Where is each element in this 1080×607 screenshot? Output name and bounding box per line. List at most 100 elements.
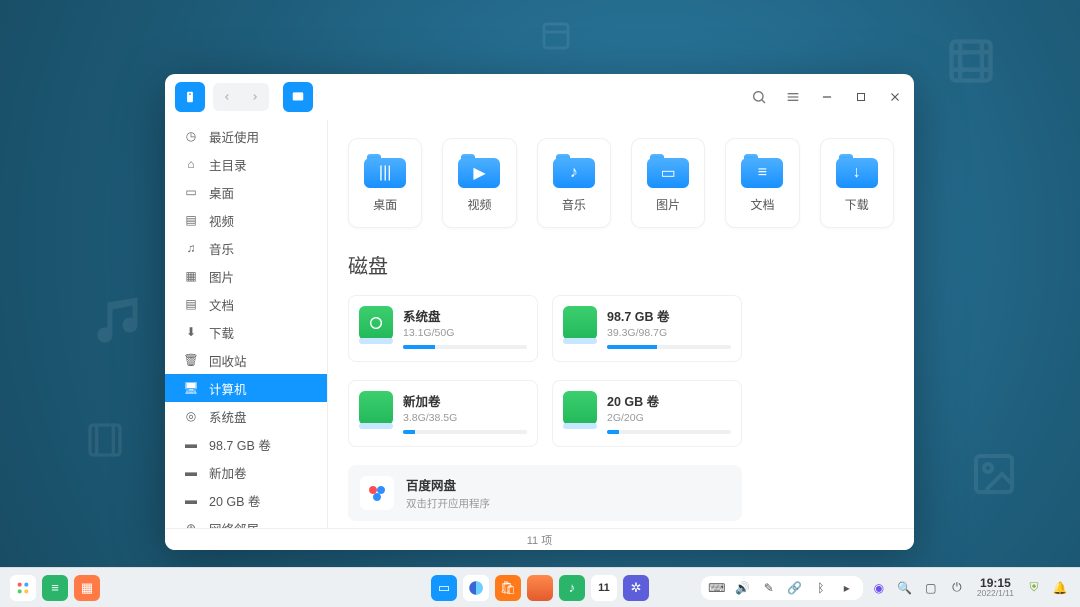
taskbar-music-icon[interactable]: ♪ bbox=[559, 575, 585, 601]
clock[interactable]: 19:15 2022/1/11 bbox=[977, 577, 1014, 598]
tray-expand-icon[interactable]: ▸ bbox=[837, 578, 857, 598]
brush-icon[interactable]: ✎ bbox=[759, 578, 779, 598]
status-text: 11 项 bbox=[527, 532, 552, 548]
quick-folder-downloads[interactable]: ↓下载 bbox=[820, 138, 894, 228]
taskbar-filemanager-icon[interactable]: ▭ bbox=[431, 575, 457, 601]
app-subtitle: 双击打开应用程序 bbox=[406, 496, 490, 511]
disk-icon: ◎ bbox=[183, 409, 199, 423]
disk-usage-bar bbox=[607, 430, 731, 434]
app-icon[interactable] bbox=[175, 82, 205, 112]
launcher-icon[interactable] bbox=[10, 575, 36, 601]
disk-icon: ▬ bbox=[183, 465, 199, 479]
folder-icon: ||| bbox=[364, 154, 406, 188]
maximize-button[interactable] bbox=[852, 88, 870, 106]
notification-icon[interactable]: 🔔 bbox=[1050, 578, 1070, 598]
baidu-netdisk-icon bbox=[360, 476, 394, 510]
video-icon: ▤ bbox=[183, 213, 199, 227]
disk-usage-text: 39.3G/98.7G bbox=[607, 327, 731, 339]
quick-label: 文档 bbox=[750, 196, 774, 213]
sidebar-item-system-disk[interactable]: ◎系统盘 bbox=[165, 402, 327, 430]
taskbar-calendar-icon[interactable]: 11 bbox=[591, 575, 617, 601]
taskbar-browser-icon[interactable] bbox=[463, 575, 489, 601]
quick-label: 桌面 bbox=[373, 196, 397, 213]
quick-folder-documents[interactable]: ≡ 文档 bbox=[725, 138, 799, 228]
disk-20gb[interactable]: 20 GB 卷 2G/20G bbox=[552, 380, 742, 447]
tray-pill: ⌨ 🔊 ✎ 🔗 ᛒ ▸ bbox=[701, 576, 863, 600]
sidebar-item-label: 回收站 bbox=[209, 351, 247, 370]
sidebar-item-pictures[interactable]: ▦图片 bbox=[165, 262, 327, 290]
sidebar-item-downloads[interactable]: ⬇下载 bbox=[165, 318, 327, 346]
sidebar-item-recent[interactable]: ◷最近使用 bbox=[165, 122, 327, 150]
desktop-icon: ▭ bbox=[183, 185, 199, 199]
disk-new[interactable]: 新加卷 3.8G/38.5G bbox=[348, 380, 538, 447]
bg-deco-image-icon bbox=[970, 450, 1018, 498]
disk-usage-bar bbox=[403, 345, 527, 349]
folder-icon: ♪ bbox=[553, 154, 595, 188]
sidebar-item-label: 视频 bbox=[209, 211, 234, 230]
sidebar-item-trash[interactable]: 🗑回收站 bbox=[165, 346, 327, 374]
sidebar-item-computer[interactable]: 🖥计算机 bbox=[165, 374, 327, 402]
app-title: 百度网盘 bbox=[406, 475, 490, 494]
quick-folder-desktop[interactable]: ||| 桌面 bbox=[348, 138, 422, 228]
tray-app-icon-1[interactable]: ◉ bbox=[869, 578, 889, 598]
workspace-icon[interactable]: ▢ bbox=[921, 578, 941, 598]
music-icon: ♫ bbox=[183, 241, 199, 255]
volume-icon[interactable]: 🔊 bbox=[733, 578, 753, 598]
clock-date: 2022/1/11 bbox=[977, 589, 1014, 598]
disk-usage-bar bbox=[607, 345, 731, 349]
shield-icon[interactable]: ⛨ bbox=[1024, 578, 1044, 598]
sidebar-item-home[interactable]: ⌂ 主目录 bbox=[165, 150, 327, 178]
taskbar-settings-icon[interactable]: ✲ bbox=[623, 575, 649, 601]
power-icon[interactable]: ⏻ bbox=[947, 578, 967, 598]
sidebar-item-videos[interactable]: ▤ 视频 bbox=[165, 206, 327, 234]
taskbar-app-1[interactable]: ≡ bbox=[42, 575, 68, 601]
link-icon[interactable]: 🔗 bbox=[785, 578, 805, 598]
sidebar-item-documents[interactable]: ▤文档 bbox=[165, 290, 327, 318]
app-baidu-netdisk[interactable]: 百度网盘 双击打开应用程序 bbox=[348, 465, 742, 521]
quick-label: 视频 bbox=[467, 196, 491, 213]
bg-deco-window-icon bbox=[540, 20, 572, 52]
taskbar-gallery-icon[interactable] bbox=[527, 575, 553, 601]
sidebar-item-disk-new[interactable]: ▬ 新加卷 bbox=[165, 458, 327, 486]
minimize-button[interactable] bbox=[818, 88, 836, 106]
bg-deco-film-icon-2 bbox=[85, 420, 125, 460]
folder-icon: ≡ bbox=[741, 154, 783, 188]
sidebar-item-label: 桌面 bbox=[209, 183, 234, 202]
search-icon[interactable] bbox=[750, 88, 768, 106]
sidebar-item-label: 文档 bbox=[209, 295, 234, 314]
sidebar-item-desktop[interactable]: ▭ 桌面 bbox=[165, 178, 327, 206]
taskbar-store-icon[interactable]: 🛍 bbox=[495, 575, 521, 601]
home-icon: ⌂ bbox=[183, 157, 199, 171]
disk-grid: 系统盘 13.1G/50G 98.7 GB 卷 39.3G/98.7G bbox=[348, 295, 894, 447]
close-button[interactable] bbox=[886, 88, 904, 106]
sidebar-item-label: 20 GB 卷 bbox=[209, 491, 260, 510]
nav-back-button[interactable] bbox=[213, 83, 241, 111]
taskbar-app-2[interactable]: ▦ bbox=[74, 575, 100, 601]
drive-icon bbox=[359, 391, 393, 425]
clock-icon: ◷ bbox=[183, 129, 199, 143]
disk-system[interactable]: 系统盘 13.1G/50G bbox=[348, 295, 538, 362]
sidebar-item-disk-98gb[interactable]: ▬98.7 GB 卷 bbox=[165, 430, 327, 458]
quick-label: 图片 bbox=[656, 196, 680, 213]
view-tab-icon-button[interactable] bbox=[283, 82, 313, 112]
quick-folders-row: ||| 桌面 ▶视频 ♪音乐 ▭图片 ≡ 文档 ↓下载 bbox=[348, 138, 894, 228]
sidebar-item-music[interactable]: ♫ 音乐 bbox=[165, 234, 327, 262]
nav-forward-button[interactable] bbox=[241, 83, 269, 111]
quick-folder-music[interactable]: ♪音乐 bbox=[537, 138, 611, 228]
sidebar-item-disk-20gb[interactable]: ▬20 GB 卷 bbox=[165, 486, 327, 514]
quick-folder-pictures[interactable]: ▭图片 bbox=[631, 138, 705, 228]
search-tray-icon[interactable]: 🔍 bbox=[895, 578, 915, 598]
sidebar-item-label: 新加卷 bbox=[209, 463, 247, 482]
sidebar-item-label: 音乐 bbox=[209, 239, 234, 258]
disk-98gb[interactable]: 98.7 GB 卷 39.3G/98.7G bbox=[552, 295, 742, 362]
menu-icon[interactable] bbox=[784, 88, 802, 106]
section-heading-disks: 磁盘 bbox=[348, 250, 894, 279]
sidebar-item-label: 主目录 bbox=[209, 155, 247, 174]
disk-icon: ▬ bbox=[183, 437, 199, 451]
quick-folder-videos[interactable]: ▶视频 bbox=[442, 138, 516, 228]
titlebar bbox=[165, 74, 914, 120]
sidebar-item-label: 图片 bbox=[209, 267, 234, 286]
bluetooth-icon[interactable]: ᛒ bbox=[811, 578, 831, 598]
computer-icon: 🖥 bbox=[183, 381, 199, 395]
keyboard-icon[interactable]: ⌨ bbox=[707, 578, 727, 598]
